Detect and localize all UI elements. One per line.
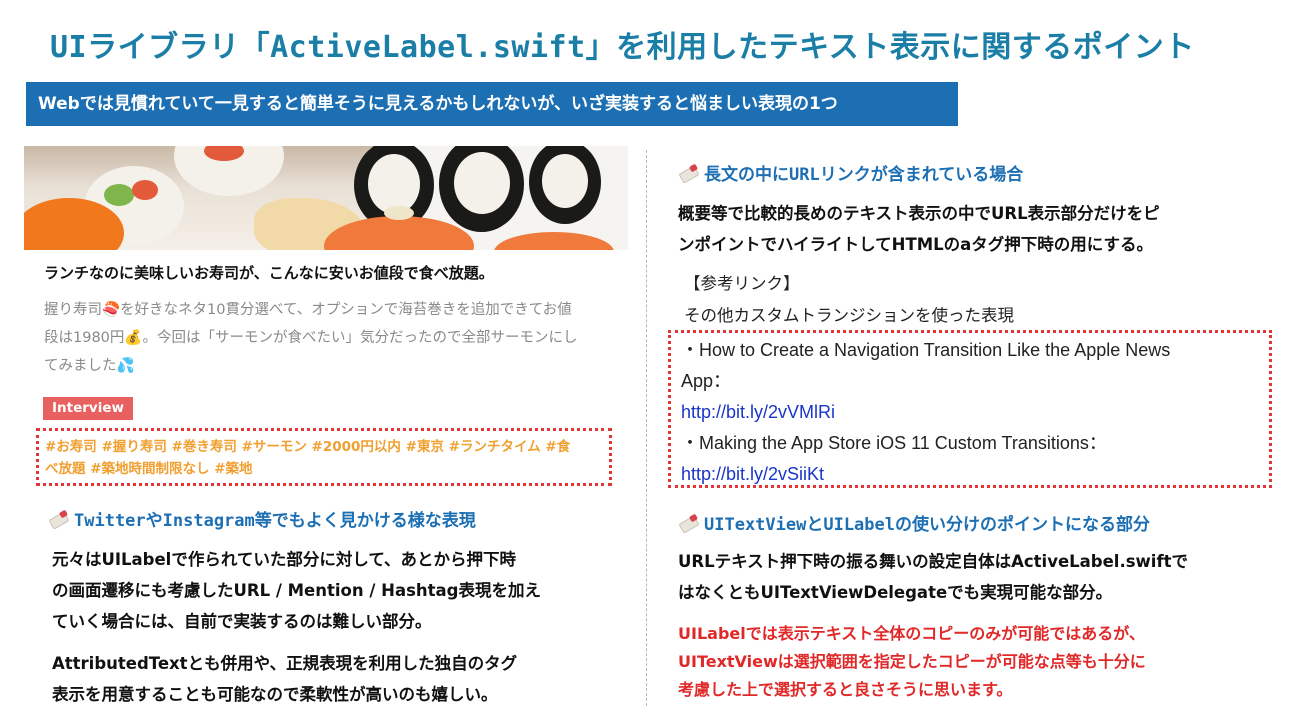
reference-description: その他カスタムトランジションを使った表現 bbox=[684, 306, 1014, 325]
left-para-1-line: ていく場合には、自前で実装するのは難しい部分。 bbox=[52, 612, 432, 631]
right-top-para-line: 概要等で比較的長めのテキスト表示の中でURL表示部分だけをピ bbox=[678, 204, 1160, 223]
left-section-heading: TwitterやInstagram等でもよく見かける様な表現 bbox=[48, 506, 476, 531]
right-bottom-heading: UITextViewとUILabelの使い分けのポイントになる部分 bbox=[678, 510, 1150, 535]
card-title: ランチなのに美味しいお寿司が、こんなに安いお値段で食べ放題。 bbox=[44, 264, 494, 282]
subtitle-banner: Webでは見慣れていて一見すると簡単そうに見えるかもしれないが、いざ実装すると悩… bbox=[26, 82, 958, 126]
right-top-para-line: ンポイントでハイライトしてHTMLのaタグ押下時の用にする。 bbox=[678, 235, 1153, 254]
right-top-heading: 長文の中にURLリンクが含まれている場合 bbox=[678, 160, 1023, 185]
link-2-title: ・Making the App Store iOS 11 Custom Tran… bbox=[681, 433, 1107, 453]
card-body-line: てみました💦 bbox=[44, 358, 135, 374]
pushpin-icon bbox=[48, 509, 70, 530]
right-bottom-para-line: はなくともUITextViewDelegateでも実現可能な部分。 bbox=[678, 583, 1113, 602]
link-1-url[interactable]: http://bit.ly/2vVMlRi bbox=[681, 397, 1259, 428]
left-para-1-line: 元々はUILabelで作られていた部分に対して、あとから押下時 bbox=[52, 550, 517, 569]
links-highlight-box: ・How to Create a Navigation Transition L… bbox=[668, 330, 1272, 488]
card-body-line: 段は1980円💰。今回は「サーモンが食べたい」気分だったので全部サーモンにし bbox=[44, 330, 578, 346]
link-2-url[interactable]: http://bit.ly/2vSiiKt bbox=[681, 459, 1259, 490]
left-para-2: AttributedTextとも併用や、正規表現を利用した独自のタグ 表示を用意… bbox=[52, 648, 632, 710]
interview-badge: Interview bbox=[43, 397, 133, 420]
warning-line: 考慮した上で選択すると良さそうに思います。 bbox=[678, 680, 1013, 699]
pushpin-icon bbox=[678, 163, 700, 184]
link-1-title: App： bbox=[681, 371, 732, 391]
left-para-1: 元々はUILabelで作られていた部分に対して、あとから押下時 の画面遷移にも考… bbox=[52, 544, 632, 637]
page-title: UIライブラリ「ActiveLabel.swift」を利用したテキスト表示に関す… bbox=[50, 30, 1195, 65]
warning-para: UILabelでは表示テキスト全体のコピーのみが可能ではあるが、 UITextV… bbox=[678, 620, 1278, 704]
hashtag-highlight-box: #お寿司 #握り寿司 #巻き寿司 #サーモン #2000円以内 #東京 #ランチ… bbox=[36, 428, 612, 486]
pushpin-icon bbox=[678, 513, 700, 534]
left-para-1-line: の画面遷移にも考慮したURL / Mention / Hashtag表現を加え bbox=[52, 581, 541, 600]
warning-line: UITextViewは選択範囲を指定したコピーが可能な点等も十分に bbox=[678, 652, 1146, 671]
right-top-heading-text: 長文の中にURLリンクが含まれている場合 bbox=[704, 165, 1024, 185]
hashtag-line[interactable]: べ放題 #築地時間制限なし #築地 bbox=[45, 458, 603, 480]
left-para-2-line: 表示を用意することも可能なので柔軟性が高いのも嬉しい。 bbox=[52, 685, 498, 704]
left-section-heading-text: TwitterやInstagram等でもよく見かける様な表現 bbox=[74, 511, 476, 531]
column-divider bbox=[646, 150, 647, 706]
sushi-photo bbox=[24, 146, 628, 250]
right-bottom-heading-text: UITextViewとUILabelの使い分けのポイントになる部分 bbox=[704, 515, 1150, 535]
warning-line: UILabelでは表示テキスト全体のコピーのみが可能ではあるが、 bbox=[678, 624, 1145, 643]
card-body: 握り寿司🍣を好きなネタ10貫分選べて、オプションで海苔巻きを追加できてお値 段は… bbox=[44, 296, 612, 380]
right-bottom-para-line: URLテキスト押下時の振る舞いの設定自体はActiveLabel.swiftで bbox=[678, 552, 1189, 571]
hashtag-line[interactable]: #お寿司 #握り寿司 #巻き寿司 #サーモン #2000円以内 #東京 #ランチ… bbox=[45, 436, 603, 458]
right-top-para: 概要等で比較的長めのテキスト表示の中でURL表示部分だけをピ ンポイントでハイラ… bbox=[678, 198, 1278, 260]
link-1-title: ・How to Create a Navigation Transition L… bbox=[681, 340, 1171, 360]
reference-label: 【参考リンク】 bbox=[684, 274, 800, 293]
right-bottom-para: URLテキスト押下時の振る舞いの設定自体はActiveLabel.swiftで … bbox=[678, 546, 1278, 608]
left-para-2-line: AttributedTextとも併用や、正規表現を利用した独自のタグ bbox=[52, 654, 518, 673]
card-body-line: 握り寿司🍣を好きなネタ10貫分選べて、オプションで海苔巻きを追加できてお値 bbox=[44, 302, 572, 318]
